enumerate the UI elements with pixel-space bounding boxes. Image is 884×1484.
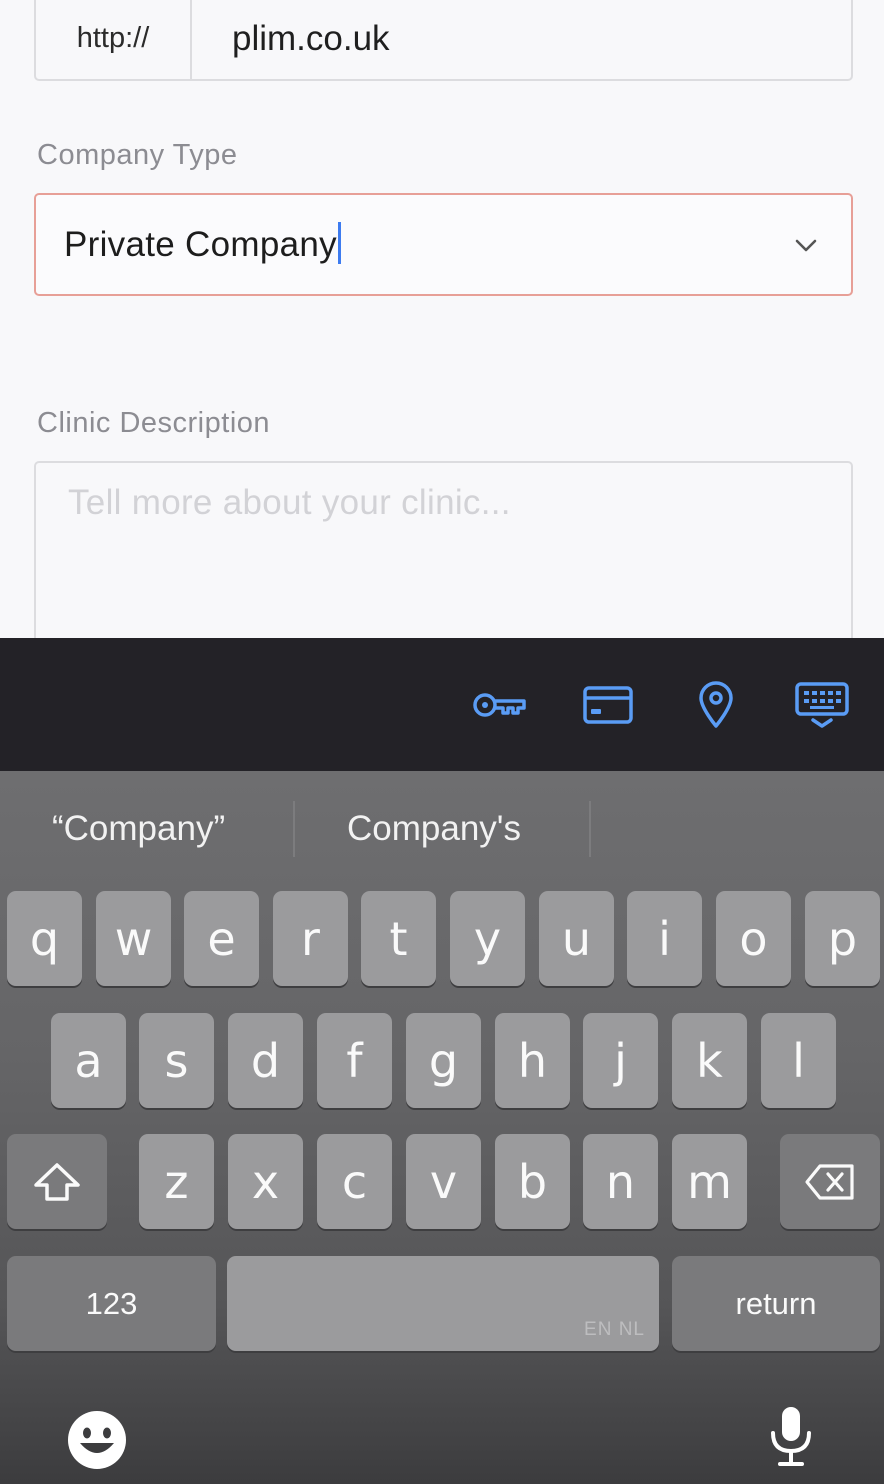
key-n[interactable]: n [583, 1134, 658, 1229]
key-r[interactable]: r [273, 891, 348, 986]
chevron-down-icon [795, 239, 817, 252]
clinic-description-label: Clinic Description [37, 407, 271, 439]
keyboard-accessory-bar [0, 638, 884, 771]
key-p[interactable]: p [805, 891, 880, 986]
microphone-icon[interactable] [768, 1403, 814, 1469]
delete-icon [805, 1163, 854, 1200]
shift-icon [34, 1162, 80, 1201]
key-b[interactable]: b [495, 1134, 570, 1229]
key-o[interactable]: o [716, 891, 791, 986]
key-z[interactable]: z [139, 1134, 214, 1229]
key-t[interactable]: t [361, 891, 436, 986]
key-u[interactable]: u [539, 891, 614, 986]
suggestion-item[interactable]: Company's [347, 809, 521, 849]
key-x[interactable]: x [228, 1134, 303, 1229]
key-m[interactable]: m [672, 1134, 747, 1229]
text-caret [337, 221, 341, 264]
credit-card-icon[interactable] [583, 680, 633, 730]
keyboard: “Company” Company's q w e r t y u i o p … [0, 771, 884, 1484]
return-key[interactable]: return [672, 1256, 880, 1351]
key-v[interactable]: v [406, 1134, 481, 1229]
numbers-key[interactable]: 123 [7, 1256, 216, 1351]
clinic-description-textarea[interactable]: Tell more about your clinic... [34, 461, 853, 661]
key-w[interactable]: w [96, 891, 171, 986]
key-f[interactable]: f [317, 1013, 392, 1108]
company-type-value: Private Company [64, 224, 337, 264]
key-e[interactable]: e [184, 891, 259, 986]
delete-key[interactable] [780, 1134, 880, 1229]
url-prefix: http:// [36, 0, 192, 79]
key-q[interactable]: q [7, 891, 82, 986]
key-y[interactable]: y [450, 891, 525, 986]
suggestion-bar: “Company” Company's [0, 771, 884, 887]
key-k[interactable]: k [672, 1013, 747, 1108]
key-i[interactable]: i [627, 891, 702, 986]
key-icon[interactable] [472, 680, 528, 730]
website-field: http:// plim.co.uk [34, 0, 853, 81]
emoji-icon[interactable] [66, 1409, 128, 1471]
website-input[interactable]: plim.co.uk [192, 0, 851, 79]
key-s[interactable]: s [139, 1013, 214, 1108]
suggestion-item[interactable]: “Company” [52, 809, 225, 849]
keyboard-hide-icon[interactable] [795, 680, 849, 730]
company-type-label: Company Type [37, 139, 238, 171]
suggestion-divider [293, 801, 295, 857]
location-pin-icon[interactable] [697, 680, 735, 730]
shift-key[interactable] [7, 1134, 107, 1229]
key-h[interactable]: h [495, 1013, 570, 1108]
key-d[interactable]: d [228, 1013, 303, 1108]
key-j[interactable]: j [583, 1013, 658, 1108]
key-l[interactable]: l [761, 1013, 836, 1108]
space-language-label: EN NL [584, 1319, 645, 1340]
key-c[interactable]: c [317, 1134, 392, 1229]
space-key[interactable]: EN NL [227, 1256, 659, 1351]
key-a[interactable]: a [51, 1013, 126, 1108]
key-g[interactable]: g [406, 1013, 481, 1108]
company-type-select[interactable]: Private Company [34, 193, 853, 296]
suggestion-divider [589, 801, 591, 857]
